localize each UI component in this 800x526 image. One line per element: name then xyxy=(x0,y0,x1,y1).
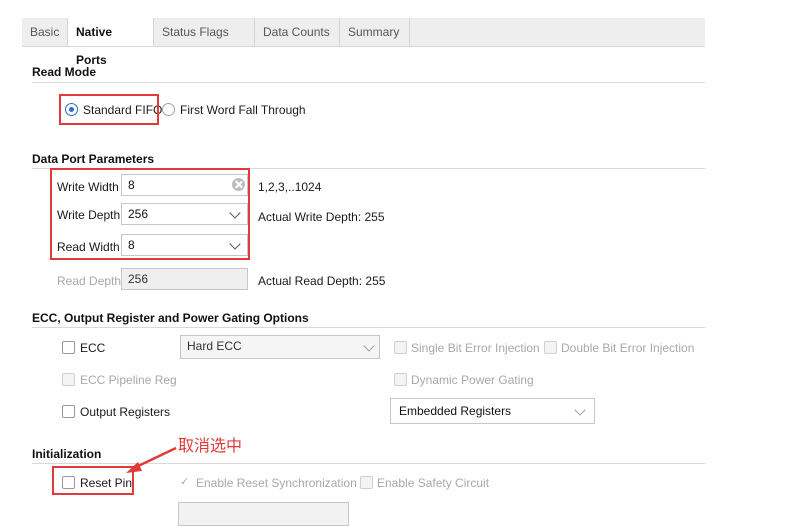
output-reg-type-select[interactable]: Embedded Registers xyxy=(390,398,595,424)
highlight-data-port xyxy=(50,168,250,260)
output-registers-checkbox[interactable] xyxy=(62,405,75,418)
data-port-title: Data Port Parameters xyxy=(32,152,155,166)
tab-status-flags[interactable]: Status Flags xyxy=(154,18,255,46)
double-bit-label: Double Bit Error Injection xyxy=(561,341,695,355)
enable-safety-label: Enable Safety Circuit xyxy=(377,476,490,490)
tab-bar: Basic Native Ports Status Flags Data Cou… xyxy=(22,18,705,67)
partial-select xyxy=(178,502,349,526)
enable-safety-checkbox xyxy=(360,476,373,489)
read-depth-actual: Actual Read Depth: 255 xyxy=(258,274,386,288)
dynamic-power-label: Dynamic Power Gating xyxy=(411,373,534,387)
ecc-pipeline-checkbox xyxy=(62,373,75,386)
annotation-text: 取消选中 xyxy=(178,438,243,455)
ecc-label: ECC xyxy=(80,341,106,355)
write-depth-actual: Actual Write Depth: 255 xyxy=(258,210,385,224)
single-bit-checkbox xyxy=(394,341,407,354)
enable-reset-sync-label: Enable Reset Synchronization xyxy=(196,476,357,490)
fwft-label: First Word Fall Through xyxy=(180,103,306,117)
dynamic-power-checkbox xyxy=(394,373,407,386)
write-width-range: 1,2,3,..1024 xyxy=(258,180,322,194)
ecc-checkbox[interactable] xyxy=(62,341,75,354)
tab-data-counts[interactable]: Data Counts xyxy=(255,18,340,46)
read-depth-label: Read Depth xyxy=(57,274,122,288)
double-bit-checkbox xyxy=(544,341,557,354)
divider xyxy=(32,327,705,328)
annotation-arrow-icon xyxy=(126,446,177,473)
divider xyxy=(32,82,705,83)
read-mode-title: Read Mode xyxy=(32,65,97,79)
check-icon: ✓ xyxy=(180,476,190,488)
fwft-radio[interactable] xyxy=(162,103,175,116)
read-depth-field: 256 xyxy=(121,268,248,290)
tab-summary[interactable]: Summary xyxy=(340,18,410,46)
ecc-pipeline-label: ECC Pipeline Reg xyxy=(80,373,177,387)
tab-basic[interactable]: Basic xyxy=(22,18,68,46)
init-title: Initialization xyxy=(32,447,102,461)
ecc-title: ECC, Output Register and Power Gating Op… xyxy=(32,311,309,325)
ecc-type-select: Hard ECC xyxy=(180,335,380,359)
output-registers-label: Output Registers xyxy=(80,405,171,419)
single-bit-label: Single Bit Error Injection xyxy=(411,341,540,355)
highlight-standard-fifo xyxy=(59,94,159,125)
tab-native-ports[interactable]: Native Ports xyxy=(68,18,154,67)
